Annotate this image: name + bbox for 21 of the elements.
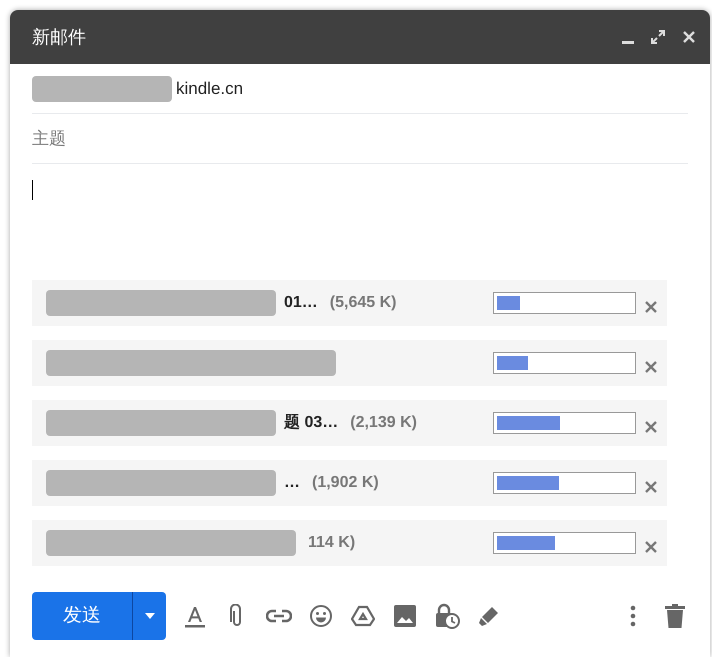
attachment-name: 01… xyxy=(284,293,318,313)
image-icon[interactable] xyxy=(392,603,418,629)
triangle-icon[interactable] xyxy=(350,603,376,629)
attachment-size: (5,645 K) xyxy=(330,293,396,313)
recipient-text: kindle.cn xyxy=(176,78,244,100)
minimize-icon[interactable] xyxy=(622,40,634,44)
attachment-size: 114 K) xyxy=(308,533,356,553)
attachment-size: (2,139 K) xyxy=(350,413,417,433)
lock-clock-icon[interactable] xyxy=(434,603,460,629)
window-title: 新邮件 xyxy=(32,26,87,48)
attachment-size: (1,902 K) xyxy=(312,473,379,493)
text-cursor xyxy=(32,180,33,200)
caret-icon xyxy=(144,613,154,619)
trash-icon[interactable] xyxy=(662,603,688,629)
attachment-name: … xyxy=(284,473,300,493)
send-button[interactable]: 发送 xyxy=(32,592,132,640)
fullscreen-button[interactable] xyxy=(650,29,666,45)
emoji-icon[interactable] xyxy=(308,603,334,629)
attachment-name: 题 03… xyxy=(284,413,338,433)
send-options-button[interactable] xyxy=(132,592,166,640)
close-button[interactable] xyxy=(682,30,696,44)
